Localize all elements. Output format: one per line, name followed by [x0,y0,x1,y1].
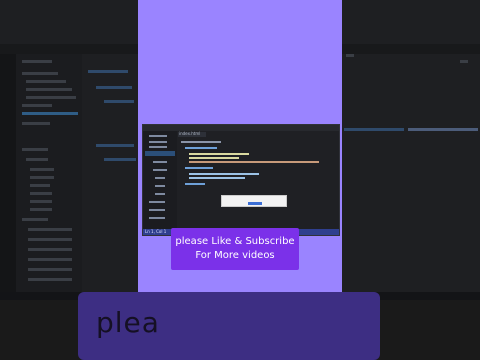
inner-tree-row [149,141,167,143]
inner-code-line [185,147,217,149]
minimap-icon [460,60,468,63]
code-line [88,70,128,73]
inner-dialog-button[interactable] [248,202,262,205]
caption-box [171,228,299,270]
inner-tree-row [149,201,165,203]
editor-action-icon [346,54,354,57]
sidebar-row [30,192,52,195]
inner-tree-row [155,185,165,187]
inner-tree-row [155,193,165,195]
code-line [344,128,404,131]
inner-tree-row [149,146,167,148]
caption-line-2: For More videos [195,250,275,261]
sidebar-row [26,80,66,83]
code-line [104,100,134,103]
inner-tree-row [149,135,167,137]
bottom-caption-text: plea [96,306,160,339]
sidebar-row [30,168,54,171]
sidebar-row [22,218,48,221]
inner-dialog [221,195,287,207]
inner-code-line [189,153,249,155]
sidebar-row [30,176,54,179]
inner-tree-selected [145,151,175,156]
sidebar-row [30,208,52,211]
code-line [96,144,134,147]
inner-code-line [185,167,213,169]
sidebar-row [28,228,72,231]
inner-status-text: Ln 1, Col 1 [145,229,167,234]
inner-tree-row [153,161,167,163]
inner-editor-screenshot: index.html Ln 1, Col 1 [142,124,340,236]
inner-tree-row [149,217,165,219]
code-line [408,128,478,131]
sidebar-row [28,278,72,281]
sidebar-row [28,238,72,241]
background-activity-bar [0,54,16,294]
sidebar-row [28,248,72,251]
sidebar-row [22,60,52,63]
sidebar-row [26,96,76,99]
caption-line-1: please Like & Subscribe [175,236,295,247]
inner-code-line [189,157,239,159]
sidebar-row [26,88,72,91]
code-line [104,158,136,161]
sidebar-row [30,184,50,187]
inner-tree-row [153,169,167,171]
sidebar-row [28,268,72,271]
inner-code-line [185,183,205,185]
sidebar-row [22,148,48,151]
sidebar-row [28,258,72,261]
inner-code-line [181,141,221,143]
sidebar-row [30,200,52,203]
inner-code-line [189,173,259,175]
code-line [96,86,132,89]
sidebar-row [26,158,48,161]
inner-tab-label: index.html [179,131,201,136]
inner-code-line [189,177,245,179]
sidebar-row [22,72,58,75]
inner-tree-row [155,177,165,179]
sidebar-row [22,122,50,125]
inner-code-line [189,161,319,163]
sidebar-row-selected [22,112,78,115]
sidebar-row [22,104,52,107]
inner-tree-row [149,209,165,211]
